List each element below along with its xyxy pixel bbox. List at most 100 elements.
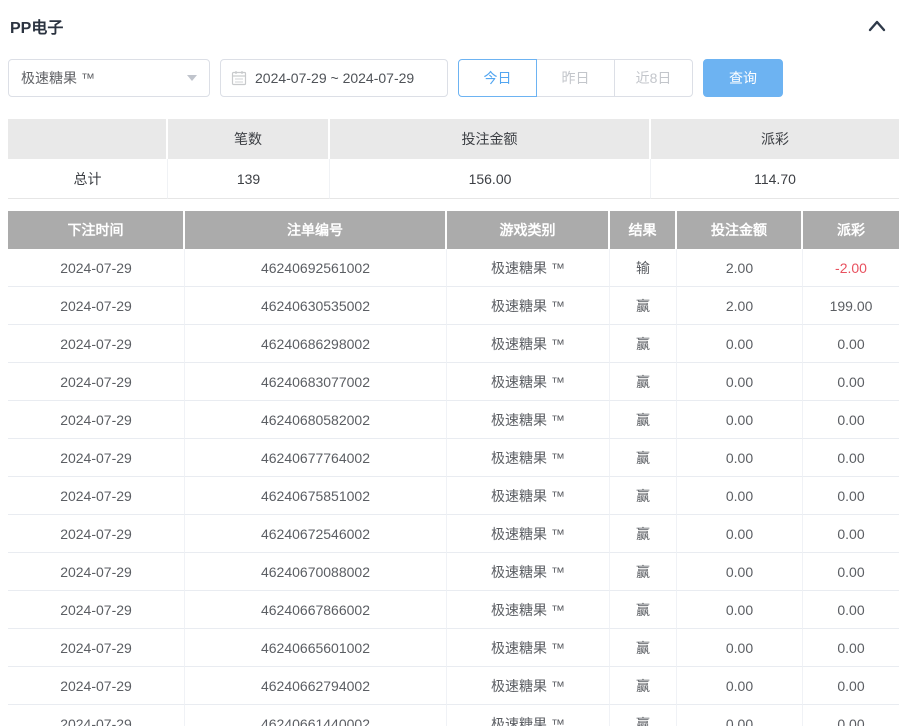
- table-cell: 赢: [610, 287, 677, 325]
- table-cell: 2024-07-29: [8, 629, 185, 667]
- summary-col-payout: 派彩: [651, 119, 899, 159]
- last8days-button[interactable]: 近8日: [614, 59, 693, 97]
- table-cell: 极速糖果 ™: [447, 705, 610, 726]
- table-cell: 0.00: [677, 705, 803, 726]
- table-row: 2024-07-2946240662794002极速糖果 ™赢0.000.00: [8, 667, 899, 705]
- table-cell: 0.00: [803, 515, 899, 553]
- table-cell: 极速糖果 ™: [447, 591, 610, 629]
- date-range-value: 2024-07-29 ~ 2024-07-29: [255, 70, 414, 86]
- table-cell: 46240692561002: [185, 249, 447, 287]
- table-cell: 2024-07-29: [8, 363, 185, 401]
- total-payout: 114.70: [651, 159, 899, 199]
- col-result: 结果: [610, 211, 677, 249]
- bet-table-body: 2024-07-2946240692561002极速糖果 ™输2.00-2.00…: [8, 249, 899, 726]
- table-cell: 2024-07-29: [8, 287, 185, 325]
- table-cell: 0.00: [677, 629, 803, 667]
- table-cell: 极速糖果 ™: [447, 249, 610, 287]
- table-cell: 46240662794002: [185, 667, 447, 705]
- quick-range-group: 今日 昨日 近8日: [458, 59, 693, 97]
- table-cell: 极速糖果 ™: [447, 477, 610, 515]
- table-cell: 极速糖果 ™: [447, 629, 610, 667]
- table-cell: 46240661440002: [185, 705, 447, 726]
- col-game-category: 游戏类别: [447, 211, 610, 249]
- table-cell: 2.00: [677, 287, 803, 325]
- table-cell: 2024-07-29: [8, 325, 185, 363]
- query-button[interactable]: 查询: [703, 59, 783, 97]
- panel-header: PP电子: [8, 0, 899, 38]
- col-payout: 派彩: [803, 211, 899, 249]
- chevron-up-icon: [867, 21, 887, 36]
- bet-table-header-row: 下注时间 注单编号 游戏类别 结果 投注金额 派彩: [8, 211, 899, 249]
- today-button[interactable]: 今日: [458, 59, 537, 97]
- table-cell: 0.00: [803, 553, 899, 591]
- table-cell: 2024-07-29: [8, 591, 185, 629]
- table-cell: 0.00: [677, 401, 803, 439]
- table-cell: 0.00: [677, 553, 803, 591]
- table-cell: 2024-07-29: [8, 667, 185, 705]
- table-row: 2024-07-2946240630535002极速糖果 ™赢2.00199.0…: [8, 287, 899, 325]
- summary-col-blank: [8, 119, 168, 159]
- table-row: 2024-07-2946240675851002极速糖果 ™赢0.000.00: [8, 477, 899, 515]
- bet-records-table: 下注时间 注单编号 游戏类别 结果 投注金额 派彩 2024-07-294624…: [8, 211, 899, 726]
- table-cell: 极速糖果 ™: [447, 401, 610, 439]
- table-row: 2024-07-2946240661440002极速糖果 ™赢0.000.00: [8, 705, 899, 726]
- table-cell: 赢: [610, 363, 677, 401]
- table-cell: 输: [610, 249, 677, 287]
- table-row: 2024-07-2946240672546002极速糖果 ™赢0.000.00: [8, 515, 899, 553]
- total-label: 总计: [8, 159, 168, 199]
- collapse-button[interactable]: [865, 17, 889, 35]
- table-cell: 0.00: [677, 363, 803, 401]
- table-cell: 46240670088002: [185, 553, 447, 591]
- table-cell: 2.00: [677, 249, 803, 287]
- table-row: 2024-07-2946240686298002极速糖果 ™赢0.000.00: [8, 325, 899, 363]
- pp-electronic-panel: PP电子 极速糖果 ™: [0, 0, 907, 726]
- table-cell: 46240686298002: [185, 325, 447, 363]
- table-cell: 46240672546002: [185, 515, 447, 553]
- table-cell: 0.00: [677, 591, 803, 629]
- table-cell: 46240667866002: [185, 591, 447, 629]
- date-range-input[interactable]: 2024-07-29 ~ 2024-07-29: [220, 59, 448, 97]
- table-cell: 0.00: [803, 667, 899, 705]
- total-bet-amount: 156.00: [330, 159, 651, 199]
- table-cell: 2024-07-29: [8, 705, 185, 726]
- col-bet-amount: 投注金额: [677, 211, 803, 249]
- table-cell: 0.00: [677, 515, 803, 553]
- game-select[interactable]: 极速糖果 ™: [8, 59, 210, 97]
- table-cell: 赢: [610, 477, 677, 515]
- table-cell: 46240675851002: [185, 477, 447, 515]
- summary-total-row: 总计 139 156.00 114.70: [8, 159, 899, 199]
- table-cell: 199.00: [803, 287, 899, 325]
- table-cell: 极速糖果 ™: [447, 439, 610, 477]
- table-cell: 赢: [610, 515, 677, 553]
- table-cell: 46240680582002: [185, 401, 447, 439]
- filter-bar: 极速糖果 ™ 2024-07-29 ~ 2024-07-29 今日 昨日 近8日: [8, 59, 899, 97]
- table-cell: 赢: [610, 325, 677, 363]
- table-cell: 0.00: [803, 439, 899, 477]
- summary-header-row: 笔数 投注金额 派彩: [8, 119, 899, 159]
- table-cell: 赢: [610, 705, 677, 726]
- table-cell: 2024-07-29: [8, 401, 185, 439]
- page-title: PP电子: [10, 14, 63, 38]
- table-cell: 赢: [610, 591, 677, 629]
- summary-col-bet-amount: 投注金额: [330, 119, 651, 159]
- table-row: 2024-07-2946240677764002极速糖果 ™赢0.000.00: [8, 439, 899, 477]
- yesterday-button[interactable]: 昨日: [536, 59, 615, 97]
- table-cell: 0.00: [677, 439, 803, 477]
- col-order-number: 注单编号: [185, 211, 447, 249]
- table-cell: 2024-07-29: [8, 249, 185, 287]
- table-cell: 0.00: [803, 705, 899, 726]
- table-cell: 0.00: [677, 477, 803, 515]
- table-cell: 46240630535002: [185, 287, 447, 325]
- table-cell: 0.00: [803, 401, 899, 439]
- table-cell: 2024-07-29: [8, 553, 185, 591]
- table-cell: 0.00: [803, 477, 899, 515]
- table-row: 2024-07-2946240683077002极速糖果 ™赢0.000.00: [8, 363, 899, 401]
- table-cell: 极速糖果 ™: [447, 325, 610, 363]
- col-bet-time: 下注时间: [8, 211, 185, 249]
- summary-col-count: 笔数: [168, 119, 330, 159]
- table-cell: 赢: [610, 553, 677, 591]
- calendar-icon: [231, 70, 247, 86]
- table-cell: 2024-07-29: [8, 439, 185, 477]
- table-row: 2024-07-2946240692561002极速糖果 ™输2.00-2.00: [8, 249, 899, 287]
- table-cell: 0.00: [803, 363, 899, 401]
